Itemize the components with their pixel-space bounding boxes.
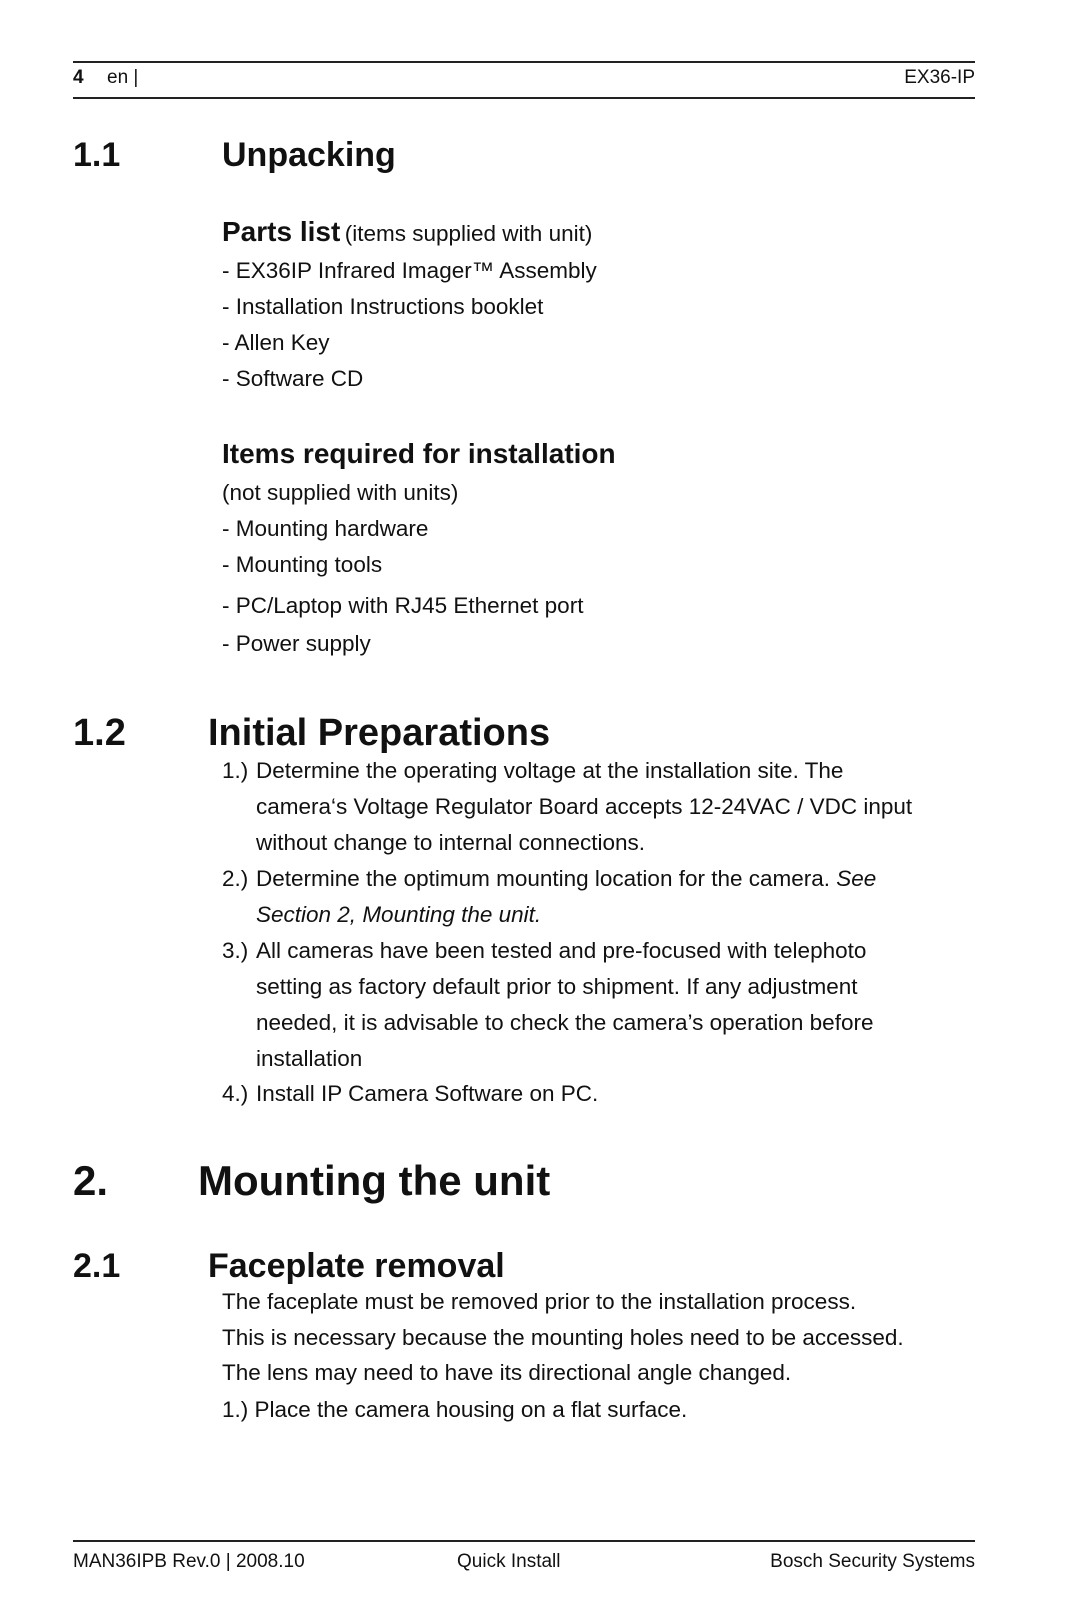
list-item: - PC/Laptop with RJ45 Ethernet port <box>222 593 584 618</box>
section-reference-link[interactable]: Section 2, Mounting the unit. <box>256 902 541 928</box>
step-label: 1.) <box>222 758 249 783</box>
step-line: All cameras have been tested and pre-foc… <box>256 938 867 963</box>
step-line: Determine the operating voltage at the i… <box>256 758 844 783</box>
footer-doc-id: MAN36IPB Rev.0 | 2008.10 <box>73 1551 305 1572</box>
list-item: - Installation Instructions booklet <box>222 294 544 319</box>
step-line: without change to internal connections. <box>256 830 646 855</box>
items-required-heading: Items required for installation <box>222 438 616 469</box>
section-title-unpacking: Unpacking <box>222 136 396 174</box>
step-label: 4.) <box>222 1081 249 1106</box>
section-number-2: 2. <box>73 1157 109 1204</box>
header-bottom-rule <box>73 97 975 99</box>
step-line: installation <box>256 1046 363 1071</box>
paragraph: The faceplate must be removed prior to t… <box>222 1289 857 1314</box>
items-required-note: (not supplied with units) <box>222 480 459 505</box>
section-reference: See <box>836 866 877 891</box>
step-line: needed, it is advisable to check the cam… <box>256 1010 874 1035</box>
step-text: Determine the optimum mounting location … <box>256 866 837 891</box>
section-title-mounting-the-unit: Mounting the unit <box>198 1157 551 1204</box>
list-item: - EX36IP Infrared Imager™ Assembly <box>222 258 597 283</box>
header-top-rule <box>73 61 975 63</box>
section-number-1-1: 1.1 <box>73 136 121 174</box>
step-line: Install IP Camera Software on PC. <box>256 1081 599 1106</box>
footer-rule <box>73 1540 975 1542</box>
footer-company: Bosch Security Systems <box>770 1551 975 1572</box>
paragraph: This is necessary because the mounting h… <box>222 1325 904 1350</box>
paragraph: The lens may need to have its directiona… <box>222 1360 792 1385</box>
product-name: EX36-IP <box>904 67 975 88</box>
language-label: en | <box>107 67 139 88</box>
step-line: setting as factory default prior to ship… <box>256 974 858 999</box>
parts-list-note: (items supplied with unit) <box>344 221 593 246</box>
page-number: 4 <box>73 67 84 88</box>
step-line: camera‘s Voltage Regulator Board accepts… <box>256 794 913 819</box>
parts-list-heading: Parts list <box>222 216 341 247</box>
footer-doc-type: Quick Install <box>457 1551 561 1572</box>
section-number-1-2: 1.2 <box>73 712 126 754</box>
section-title-faceplate-removal: Faceplate removal <box>208 1247 505 1285</box>
section-number-2-1: 2.1 <box>73 1247 121 1285</box>
step-label: 3.) <box>222 938 249 963</box>
section-title-initial-preparations: Initial Preparations <box>208 712 551 754</box>
list-item: - Mounting hardware <box>222 516 429 541</box>
list-item: - Software CD <box>222 366 364 391</box>
list-item: - Mounting tools <box>222 552 383 577</box>
step-label: 2.) <box>222 866 249 891</box>
list-item: - Power supply <box>222 631 371 656</box>
paragraph: 1.) Place the camera housing on a flat s… <box>222 1397 688 1422</box>
parts-list-heading-line: Parts list (items supplied with unit) <box>222 216 592 248</box>
step-line-with-reference: Determine the optimum mounting location … <box>256 866 876 892</box>
list-item: - Allen Key <box>222 330 330 355</box>
